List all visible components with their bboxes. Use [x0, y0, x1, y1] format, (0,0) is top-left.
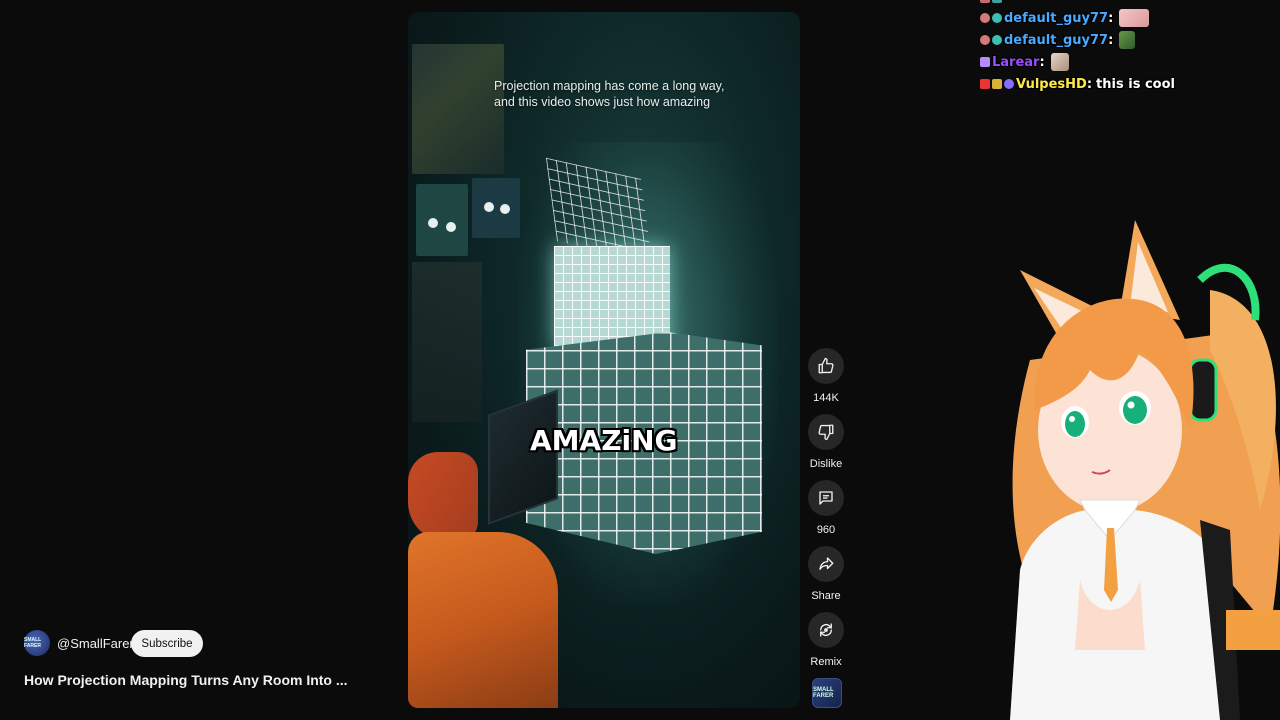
subscribe-button[interactable]: Subscribe — [131, 630, 203, 657]
comment-icon — [819, 491, 833, 505]
wall-art-eyes — [416, 184, 468, 256]
remix-icon — [820, 623, 832, 637]
emote-icon — [1050, 53, 1069, 71]
chat-message: VulpesHD: this is cool — [980, 74, 1175, 94]
vtuber-avatar — [1010, 220, 1280, 720]
like-count: 144K — [813, 392, 839, 404]
remix-button[interactable] — [808, 612, 844, 648]
chat-message: default_guy77: — [980, 8, 1150, 28]
avatar-text: SMALL FARER — [24, 637, 42, 649]
emote-icon — [1119, 31, 1136, 49]
user-badge-icon — [980, 79, 990, 89]
comment-button[interactable] — [808, 480, 844, 516]
chat-username: default_guy77 — [1004, 10, 1109, 26]
video-caption: Projection mapping has come a long way, … — [494, 78, 754, 110]
chat-username: default_guy77 — [1004, 32, 1109, 48]
dislike-action[interactable]: Dislike — [806, 414, 846, 470]
chat-username: Larear — [992, 54, 1040, 70]
remix-action[interactable]: Remix — [806, 612, 846, 668]
audio-source-thumbnail[interactable]: SMALL FARER — [812, 678, 842, 708]
like-button[interactable] — [808, 348, 844, 384]
thumbs-down-icon — [818, 424, 834, 441]
wall-art-eyes-2 — [472, 178, 520, 238]
share-button[interactable] — [808, 546, 844, 582]
share-icon — [819, 557, 834, 570]
like-action[interactable]: 144K — [806, 348, 846, 404]
caption-line-2: and this video shows just how amazing — [494, 95, 711, 109]
channel-handle[interactable]: @SmallFarer — [57, 636, 134, 651]
person-legs — [408, 532, 558, 708]
dislike-button[interactable] — [808, 414, 844, 450]
remix-label: Remix — [810, 656, 842, 668]
user-badge-icon — [992, 35, 1002, 45]
share-label: Share — [811, 590, 841, 602]
shorts-video-player[interactable]: Projection mapping has come a long way, … — [408, 12, 800, 708]
comment-count: 960 — [816, 524, 836, 536]
wall-poster — [412, 44, 504, 174]
channel-avatar[interactable]: SMALL FARER — [24, 630, 50, 656]
emote-icon — [1119, 9, 1150, 27]
headphone-right — [1188, 358, 1218, 422]
projected-small-cube — [554, 246, 670, 348]
person-arm — [408, 452, 478, 542]
dislike-label: Dislike — [809, 458, 843, 470]
audio-thumbnail-text: SMALL FARER — [813, 687, 834, 699]
shelf — [412, 262, 482, 422]
share-action[interactable]: Share — [806, 546, 846, 602]
user-badge-icon — [1004, 79, 1014, 89]
chat-message: Larear: — [980, 52, 1069, 72]
caption-line-1: Projection mapping has come a long way, — [494, 79, 725, 93]
user-badge-icon — [980, 57, 990, 67]
user-badge-icon — [992, 79, 1002, 89]
video-title[interactable]: How Projection Mapping Turns Any Room In… — [24, 672, 348, 688]
video-overlay-word: AMAZiNG — [530, 424, 678, 457]
comment-action[interactable]: 960 — [806, 480, 846, 536]
arm-band — [1226, 610, 1280, 650]
thumbs-up-icon — [818, 357, 834, 374]
user-badge-icon — [980, 35, 990, 45]
user-badge-icon — [992, 13, 1002, 23]
chat-message: default_guy77: — [980, 30, 1136, 50]
chat-username: VulpesHD — [1016, 76, 1087, 92]
stream-layout: Projection mapping has come a long way, … — [0, 0, 1280, 720]
user-badge-icon — [980, 13, 990, 23]
chat-message-partial — [980, 0, 1004, 8]
user-badge-icon — [980, 0, 990, 3]
user-badge-icon — [992, 0, 1002, 3]
chat-text: this is cool — [1096, 76, 1175, 92]
